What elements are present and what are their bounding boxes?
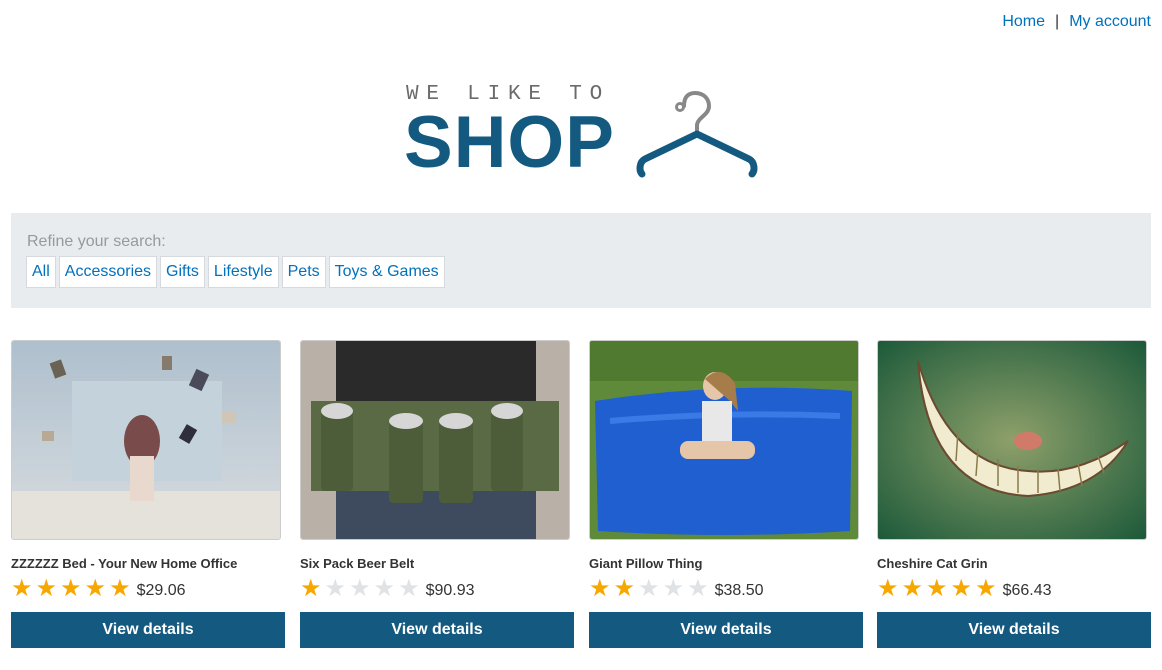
home-link[interactable]: Home — [1002, 13, 1045, 30]
my-account-link[interactable]: My account — [1069, 13, 1151, 30]
product-image[interactable] — [300, 340, 570, 540]
product-image[interactable] — [877, 340, 1147, 540]
star-filled-icon: ★ — [975, 575, 997, 602]
star-filled-icon: ★ — [84, 575, 107, 602]
product-price: $38.50 — [714, 582, 764, 599]
product-card: Six Pack Beer Belt ★ ★ ★ ★ ★ $90.93 View det… — [300, 340, 574, 648]
product-image[interactable] — [589, 340, 859, 540]
logo-word: SHOP — [404, 102, 615, 183]
product-name: Six Pack Beer Belt — [300, 556, 415, 571]
star-empty-icon: ★ — [687, 575, 709, 602]
product-name: Giant Pillow Thing — [589, 556, 703, 571]
star-filled-icon: ★ — [300, 575, 322, 602]
product-price: $29.06 — [136, 582, 186, 599]
star-empty-icon: ★ — [662, 575, 685, 602]
view-details-button[interactable]: View details — [300, 612, 574, 648]
star-filled-icon: ★ — [926, 575, 948, 602]
star-filled-icon: ★ — [589, 575, 611, 602]
product-meta: ★ ★ ★ ★ ★ $38.50 — [589, 576, 863, 602]
product-meta: ★ ★ ★ ★ ★ $90.93 — [300, 576, 574, 602]
product-name: Cheshire Cat Grin — [877, 556, 988, 571]
star-empty-icon: ★ — [324, 575, 347, 602]
hanger-icon — [636, 90, 758, 178]
star-filled-icon: ★ — [11, 575, 33, 602]
rating-stars: ★ ★ ★ ★ ★ — [877, 577, 997, 601]
category-lifestyle[interactable]: Lifestyle — [207, 256, 279, 288]
top-nav: Home | My account — [1002, 13, 1151, 31]
category-all[interactable]: All — [26, 256, 56, 288]
star-filled-icon: ★ — [901, 575, 924, 602]
nav-separator: | — [1055, 13, 1060, 30]
rating-stars: ★ ★ ★ ★ ★ — [300, 577, 420, 601]
product-name: ZZZZZZ Bed - Your New Home Office — [11, 556, 238, 571]
product-price: $66.43 — [1002, 582, 1052, 599]
product-card: Giant Pillow Thing ★ ★ ★ ★ ★ $38.50 View det… — [589, 340, 863, 648]
star-empty-icon: ★ — [349, 575, 371, 602]
star-filled-icon: ★ — [877, 575, 899, 602]
star-empty-icon: ★ — [398, 575, 420, 602]
product-card: Cheshire Cat Grin ★ ★ ★ ★ ★ $66.43 View deta… — [877, 340, 1151, 648]
star-empty-icon: ★ — [373, 575, 396, 602]
product-card: ZZZZZZ Bed - Your New Home Office ★ ★ ★ ★ ★ … — [11, 340, 285, 648]
star-filled-icon: ★ — [35, 575, 58, 602]
category-filters: All Accessories Gifts Lifestyle Pets Toy… — [26, 256, 445, 288]
filter-panel: Refine your search: All Accessories Gift… — [11, 213, 1151, 308]
star-empty-icon: ★ — [638, 575, 660, 602]
category-toys-games[interactable]: Toys & Games — [328, 256, 445, 288]
site-logo[interactable]: WE LIKE TO SHOP — [404, 80, 764, 180]
star-filled-icon: ★ — [109, 575, 131, 602]
product-image[interactable] — [11, 340, 281, 540]
view-details-button[interactable]: View details — [11, 612, 285, 648]
product-meta: ★ ★ ★ ★ ★ $66.43 — [877, 576, 1151, 602]
star-filled-icon: ★ — [950, 575, 973, 602]
star-filled-icon: ★ — [613, 575, 636, 602]
view-details-button[interactable]: View details — [877, 612, 1151, 648]
view-details-button[interactable]: View details — [589, 612, 863, 648]
rating-stars: ★ ★ ★ ★ ★ — [11, 577, 131, 601]
star-filled-icon: ★ — [60, 575, 82, 602]
category-accessories[interactable]: Accessories — [58, 256, 158, 288]
product-meta: ★ ★ ★ ★ ★ $29.06 — [11, 576, 285, 602]
category-gifts[interactable]: Gifts — [160, 256, 205, 288]
category-pets[interactable]: Pets — [281, 256, 326, 288]
product-price: $90.93 — [425, 582, 475, 599]
filter-label: Refine your search: — [27, 233, 166, 250]
rating-stars: ★ ★ ★ ★ ★ — [589, 577, 709, 601]
